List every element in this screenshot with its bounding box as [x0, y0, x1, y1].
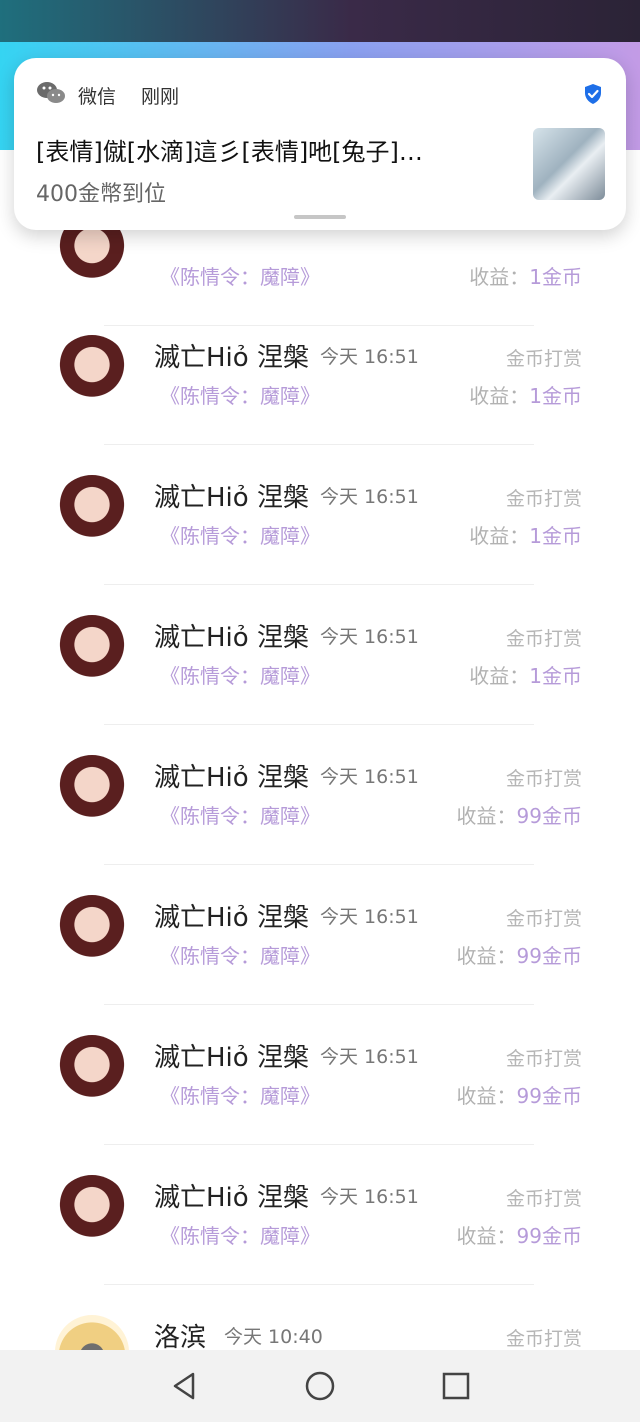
wechat-icon	[37, 82, 65, 103]
timestamp: 今天 16:51	[320, 906, 419, 928]
book-title: 《陈情令：魔障》	[160, 804, 320, 828]
verified-shield-icon	[585, 84, 601, 104]
notification-message: [表情]僦[水滴]這彡[表情]吔[兔子]…	[36, 138, 423, 166]
back-triangle-icon[interactable]	[167, 1368, 203, 1404]
divider	[104, 1284, 534, 1285]
user-name: 滅亡Hiỏ 涅槃	[154, 343, 309, 373]
navigation-bar	[0, 1350, 640, 1422]
book-title: 《陈情令：魔障》	[160, 944, 320, 968]
timestamp: 今天 16:51	[320, 1046, 419, 1068]
income-label: 收益：	[469, 265, 530, 289]
timestamp: 今天 16:51	[320, 626, 419, 648]
list-item[interactable]: 滅亡Hiỏ 涅槃 今天 16:51 金币打赏 《陈情令：魔障》 收益：99金币	[0, 867, 640, 1007]
user-name: 滅亡Hiỏ 涅槃	[154, 483, 309, 513]
reward-type: 金币打赏	[505, 1188, 582, 1210]
list-item[interactable]: 滅亡Hiỏ 涅槃 今天 16:51 金币打赏 《陈情令：魔障》 收益：99金币	[0, 1147, 640, 1287]
divider	[104, 584, 534, 585]
reward-type: 金币打赏	[505, 1048, 582, 1070]
income-label: 收益：	[469, 384, 530, 408]
income: 收益：1金币	[469, 380, 582, 409]
divider	[104, 724, 534, 725]
user-name: 洛滨	[154, 1323, 207, 1350]
income-value: 1金币	[529, 524, 582, 548]
income-label: 收益：	[469, 524, 530, 548]
income-value: 1金币	[529, 265, 582, 289]
book-title: 《陈情令：魔障》	[160, 1084, 320, 1108]
avatar	[55, 475, 129, 549]
reward-type: 金币打赏	[505, 908, 582, 930]
book-title: 《陈情令：魔障》	[160, 1224, 320, 1248]
reward-type: 金币打赏	[505, 348, 582, 370]
book-title: 《陈情令：魔障》	[160, 384, 320, 408]
reward-type: 金币打赏	[505, 628, 582, 650]
income-label: 收益：	[456, 1224, 517, 1248]
timestamp: 今天 10:40	[224, 1326, 323, 1348]
income-value: 99金币	[516, 944, 582, 968]
income: 收益：1金币	[469, 520, 582, 549]
income: 收益：99金币	[457, 1220, 582, 1249]
income-value: 99金币	[516, 1084, 582, 1108]
divider	[104, 1144, 534, 1145]
avatar	[55, 335, 129, 409]
notification-thumbnail	[533, 128, 605, 200]
notification-time: 刚刚	[141, 86, 180, 108]
recent-square-icon[interactable]	[438, 1368, 474, 1404]
reward-type: 金币打赏	[505, 1328, 582, 1350]
notification-app-name: 微信	[78, 86, 117, 108]
income: 收益：1金币	[469, 660, 582, 689]
book-title: 《陈情令：魔障》	[160, 524, 320, 548]
income-value: 99金币	[516, 1224, 582, 1248]
list-item[interactable]: 滅亡Hiỏ 涅槃 今天 16:51 金币打赏 《陈情令：魔障》 收益：99金币	[0, 1007, 640, 1147]
avatar	[55, 1035, 129, 1109]
user-name: 滅亡Hiỏ 涅槃	[154, 763, 309, 793]
avatar	[55, 615, 129, 689]
divider	[104, 1004, 534, 1005]
income: 收益：99金币	[457, 1080, 582, 1109]
timestamp: 今天 16:51	[320, 1186, 419, 1208]
avatar	[55, 1315, 129, 1350]
list-item[interactable]: 滅亡Hiỏ 涅槃 今天 16:51 金币打赏 《陈情令：魔障》 收益：1金币	[0, 587, 640, 727]
notification-subtext: 400金幣到位	[36, 182, 166, 207]
income-value: 1金币	[529, 664, 582, 688]
list-item[interactable]: 滅亡Hiỏ 涅槃 今天 16:51 金币打赏 《陈情令：魔障》 收益：99金币	[0, 727, 640, 867]
user-name: 滅亡Hiỏ 涅槃	[154, 1183, 309, 1213]
income: 收益：1金币	[469, 261, 582, 290]
user-name: 滅亡Hiỏ 涅槃	[154, 623, 309, 653]
timestamp: 今天 16:51	[320, 486, 419, 508]
income-label: 收益：	[456, 1084, 517, 1108]
list-item[interactable]: 滅亡Hiỏ 涅槃 今天 16:51 金币打赏 《陈情令：魔障》 收益：1金币	[0, 447, 640, 587]
avatar	[55, 1175, 129, 1249]
list-item[interactable]: 滅亡Hiỏ 涅槃 今天 16:51 金币打赏 《陈情令：魔障》 收益：1金币	[0, 307, 640, 447]
timestamp: 今天 16:51	[320, 766, 419, 788]
divider	[104, 444, 534, 445]
book-title: 《陈情令：魔障》	[160, 664, 320, 688]
divider	[104, 864, 534, 865]
list-item[interactable]: 洛滨 今天 10:40 金币打赏	[0, 1287, 640, 1350]
user-name: 滅亡Hiỏ 涅槃	[154, 1043, 309, 1073]
income-label: 收益：	[456, 944, 517, 968]
reward-type: 金币打赏	[505, 768, 582, 790]
avatar	[55, 755, 129, 829]
book-title: 《陈情令：魔障》	[160, 265, 320, 289]
income: 收益：99金币	[457, 800, 582, 829]
home-circle-icon[interactable]	[302, 1368, 338, 1404]
income-label: 收益：	[469, 664, 530, 688]
avatar	[55, 895, 129, 969]
income: 收益：99金币	[457, 940, 582, 969]
income-value: 99金币	[516, 804, 582, 828]
income-value: 1金币	[529, 384, 582, 408]
reward-type: 金币打赏	[505, 488, 582, 510]
income-label: 收益：	[456, 804, 517, 828]
notification-handle[interactable]	[294, 215, 346, 219]
user-name: 滅亡Hiỏ 涅槃	[154, 903, 309, 933]
wechat-notification[interactable]: 微信 刚刚 [表情]僦[水滴]這彡[表情]吔[兔子]… 400金幣到位	[14, 58, 626, 230]
timestamp: 今天 16:51	[320, 346, 419, 368]
